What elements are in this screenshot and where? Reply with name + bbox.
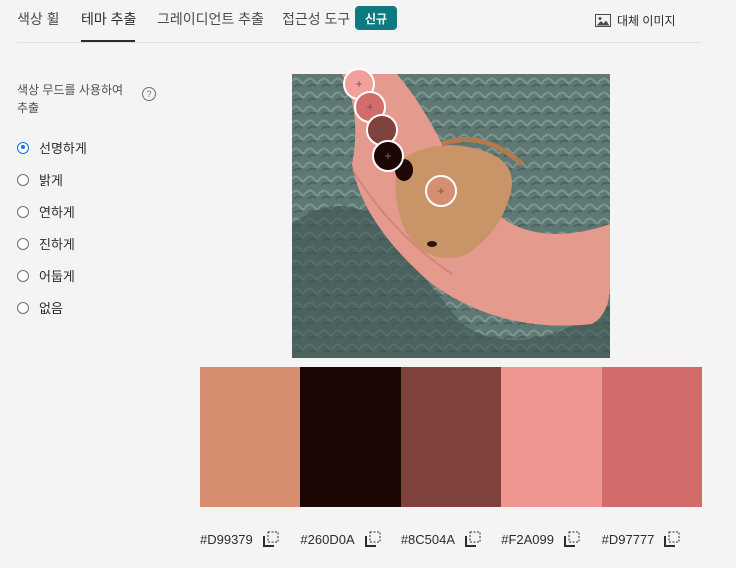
copy-icon[interactable] xyxy=(664,531,680,547)
radio-icon[interactable] xyxy=(17,205,29,218)
alternate-image-label: 대체 이미지 xyxy=(617,14,676,28)
hex-code: #260D0A xyxy=(300,531,355,547)
mood-option-label: 없음 xyxy=(39,301,63,316)
copy-icon[interactable] xyxy=(262,531,279,547)
radio-icon[interactable] xyxy=(17,269,29,282)
radio-icon[interactable] xyxy=(17,237,29,250)
color-swatch[interactable] xyxy=(501,367,602,507)
mood-option-none[interactable]: 없음 xyxy=(17,298,63,317)
sample-marker[interactable] xyxy=(366,114,398,146)
copy-icon[interactable] xyxy=(563,531,580,547)
hex-cell: #D99379 xyxy=(200,529,300,549)
radio-icon[interactable] xyxy=(17,173,29,186)
color-swatch[interactable] xyxy=(601,367,703,507)
hex-cell: #F2A099 xyxy=(501,529,601,549)
color-swatch[interactable] xyxy=(200,367,301,507)
mood-option-label: 진하게 xyxy=(39,237,75,252)
color-palette xyxy=(200,367,703,507)
hex-cell: #D97777 xyxy=(602,529,702,549)
mood-option-muted[interactable]: 연하게 xyxy=(17,202,75,221)
hex-code: #D99379 xyxy=(200,531,253,547)
tab-extract-theme[interactable]: 테마 추출 xyxy=(81,9,136,29)
hex-cell: #260D0A xyxy=(300,529,400,549)
sample-markers xyxy=(343,68,457,207)
radio-checked-icon[interactable] xyxy=(17,141,29,154)
mood-option-dark[interactable]: 어둡게 xyxy=(17,266,75,285)
hex-cell: #8C504A xyxy=(401,529,501,549)
help-icon[interactable]: ? xyxy=(142,87,156,101)
color-swatch[interactable] xyxy=(300,367,401,507)
sample-marker[interactable] xyxy=(372,140,404,172)
tab-accessibility-tools[interactable]: 접근성 도구 xyxy=(282,9,350,29)
mood-option-label: 어둡게 xyxy=(39,269,75,284)
mood-option-colorful[interactable]: 선명하게 xyxy=(17,138,87,157)
copy-icon[interactable] xyxy=(465,531,481,547)
mood-option-label: 연하게 xyxy=(39,205,75,220)
mood-option-deep[interactable]: 진하게 xyxy=(17,234,75,253)
hex-code: #8C504A xyxy=(400,531,456,547)
active-tab-indicator xyxy=(81,40,135,42)
mood-option-label: 선명하게 xyxy=(39,141,87,156)
hex-code: #D97777 xyxy=(601,531,655,547)
tab-extract-gradient[interactable]: 그레이디언트 추출 xyxy=(157,9,264,29)
alternate-image-button[interactable]: 대체 이미지 xyxy=(595,12,676,29)
hex-code: #F2A099 xyxy=(501,531,554,547)
radio-icon[interactable] xyxy=(17,301,29,314)
hex-code-row: #D99379 #260D0A #8C504A #F2A099 #D97777 xyxy=(200,529,702,549)
mood-label: 색상 무드를 사용하여 추출 xyxy=(17,83,124,115)
sample-marker[interactable] xyxy=(425,175,457,207)
copy-icon[interactable] xyxy=(364,531,381,547)
mood-option-bright[interactable]: 밝게 xyxy=(17,170,63,189)
color-swatch[interactable] xyxy=(400,367,502,507)
tab-color-wheel[interactable]: 색상 휠 xyxy=(17,9,60,29)
image-icon xyxy=(595,14,611,27)
mood-option-label: 밝게 xyxy=(39,173,63,188)
new-badge: 신규 xyxy=(355,6,397,30)
